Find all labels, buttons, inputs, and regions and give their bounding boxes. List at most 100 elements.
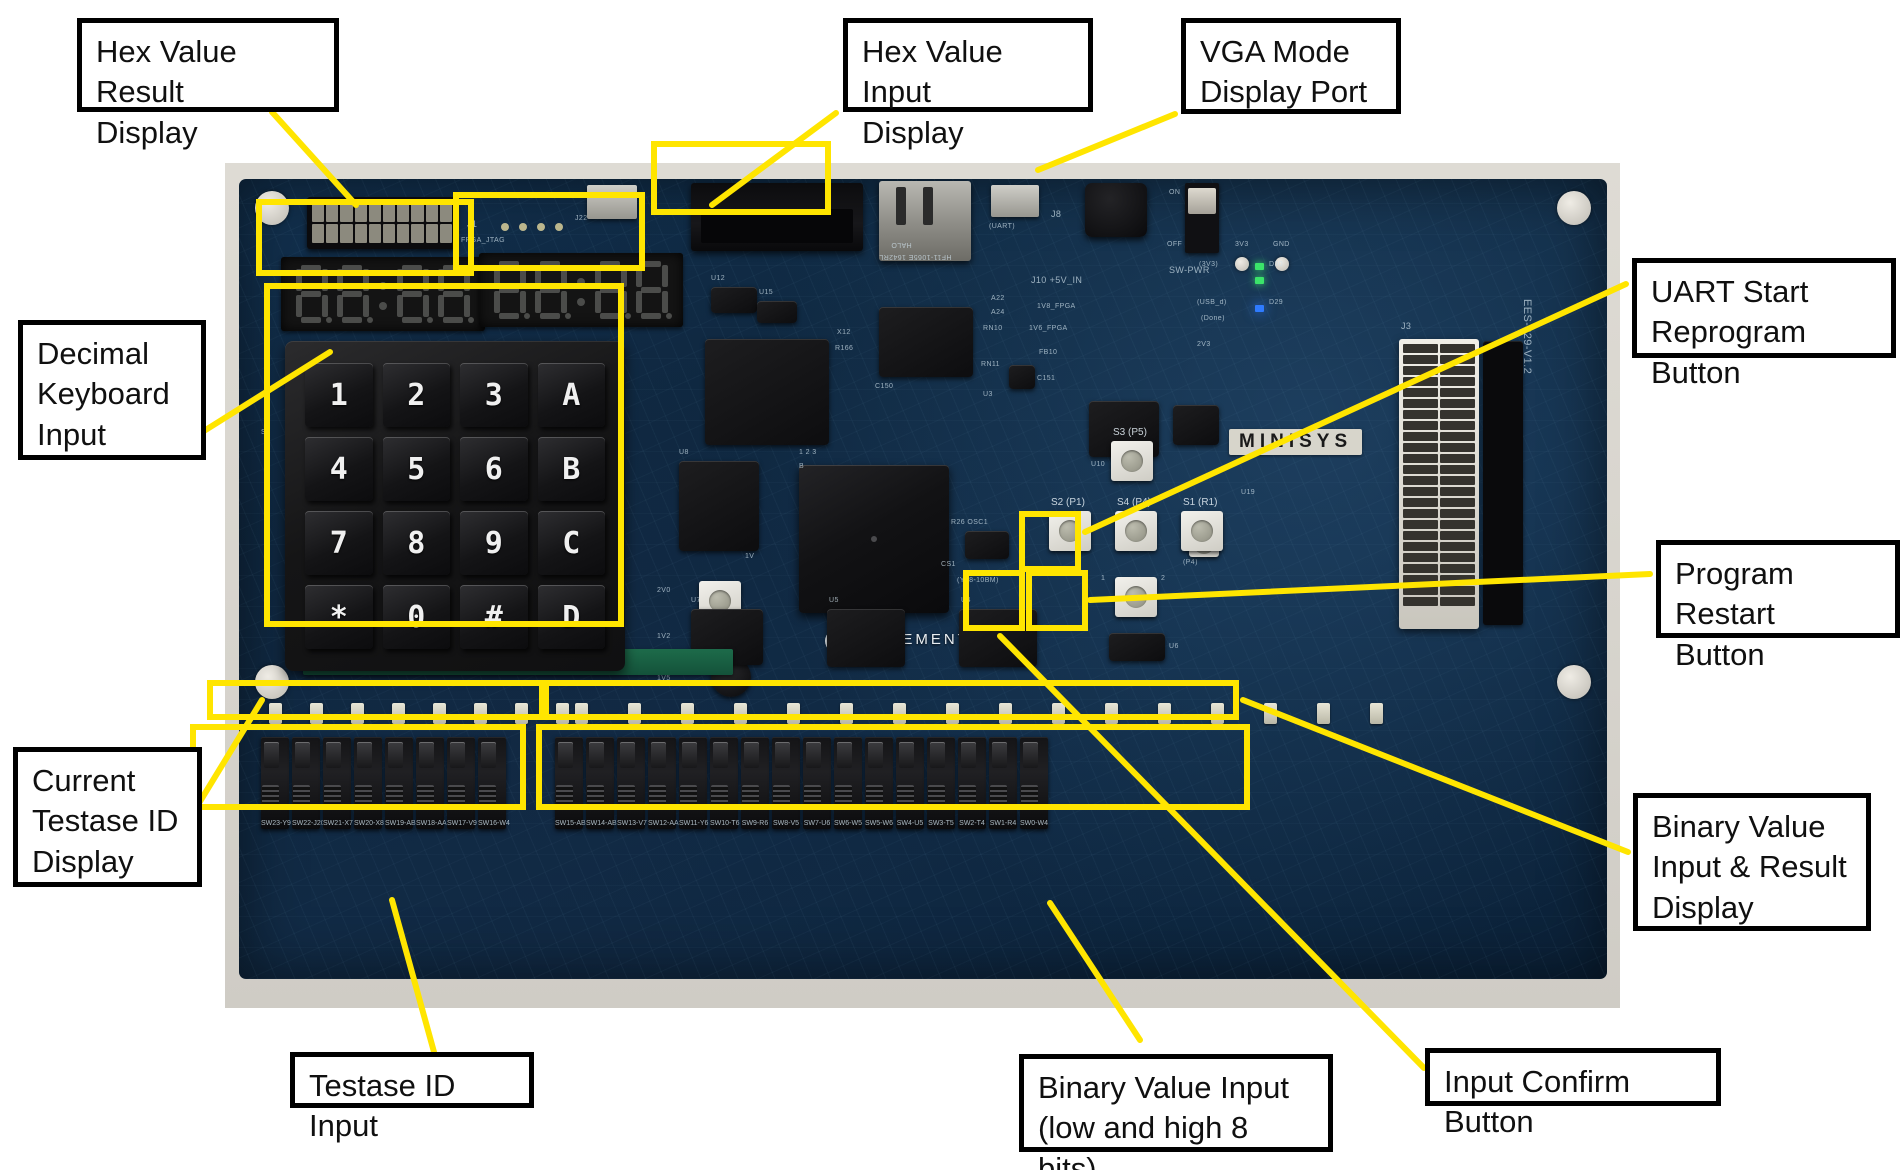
- dip-switch-label: SW10-T6: [710, 820, 740, 827]
- silk-c151: C151: [1037, 375, 1056, 382]
- silk-1v: 1V: [745, 553, 755, 560]
- silk-j8: J8: [1051, 209, 1062, 219]
- callout-hex-result-display: Hex Value Result Display: [77, 18, 339, 150]
- silk-3v3-d30: (3V3): [1199, 261, 1219, 268]
- dip-switch-label: SW12-AA4: [648, 820, 683, 827]
- model-badge: MINISYS: [1229, 429, 1363, 455]
- silk-gnd: GND: [1273, 241, 1290, 248]
- callout-program-restart: Program Restart Button: [1656, 540, 1900, 672]
- dip-switch-label: SW2-T4: [959, 820, 985, 827]
- dip-switch-label: SW4-U5: [896, 820, 924, 827]
- silk-rn10: RN10: [983, 325, 1003, 332]
- dip-switch-label: SW0-W4: [1020, 820, 1048, 827]
- silk-d30: D30: [1269, 261, 1284, 268]
- button-label-s4: S4 (P4): [1117, 497, 1151, 508]
- dip-switch-label: SW9-R6: [741, 820, 769, 827]
- dip-switch-label: SW23-Y9: [261, 820, 291, 827]
- dip-switch-label: SW18-AA3: [416, 820, 451, 827]
- chip-u12: [711, 287, 757, 313]
- silk-2v0: 2V0: [657, 587, 671, 594]
- dip-switch-label: SW22-J20: [292, 820, 325, 827]
- silk-rn11: RN11: [981, 361, 1000, 368]
- dc-barrel-jack-j10[interactable]: [1085, 183, 1147, 237]
- silk-u6: U6: [1169, 643, 1179, 650]
- chip-osc: [965, 531, 1009, 559]
- dip-switch-label: SW1-R4: [989, 820, 1017, 827]
- mounting-hole: [1557, 665, 1591, 699]
- silk-u19: U19: [1241, 489, 1256, 496]
- silk-u10: U10: [1091, 461, 1106, 468]
- highlight-program-restart-button: [1026, 570, 1088, 631]
- callout-hex-input-display: Hex Value Input Display: [843, 18, 1093, 150]
- silk-u7: U7: [691, 597, 701, 604]
- led-indicator: [1370, 703, 1383, 724]
- highlight-vga-port: [651, 141, 831, 215]
- highlight-input-confirm-button: [963, 570, 1025, 631]
- silk-1v8-fpga: 1V8_FPGA: [1037, 303, 1076, 310]
- chip-u9: [1173, 405, 1219, 445]
- dip-switch-label: SW8-V5: [772, 820, 800, 827]
- silk-a22: A22: [991, 295, 1005, 302]
- callout-current-testase-id: Current Testase ID Display: [13, 747, 202, 887]
- button-label-s1: S1 (R1): [1183, 497, 1218, 508]
- silk-c150: C150: [875, 383, 894, 390]
- silk-1v6-fpga: 1V6_FPGA: [1029, 325, 1068, 332]
- expansion-header-j3[interactable]: [1399, 339, 1479, 629]
- silk-ethernet-pn: HF11-1065E 1642RL: [879, 253, 952, 260]
- silk-on: ON: [1169, 189, 1181, 196]
- button-s3-uart-start[interactable]: [1111, 441, 1153, 481]
- dip-switch-label: SW15-AB6: [555, 820, 590, 827]
- figure-canvas: J1 FPGA_JTAG J22 HALO HF11-1065E 1642RL …: [0, 0, 1901, 1170]
- button-label-s2: S2 (P1): [1051, 497, 1085, 508]
- button-s1[interactable]: [1181, 511, 1223, 551]
- highlight-led-bank-binary-io: [543, 680, 1239, 720]
- chip-u6: [1109, 633, 1165, 661]
- button-s4-restart[interactable]: [1115, 511, 1157, 551]
- dip-switch-label: SW7-U6: [803, 820, 831, 827]
- highlight-led-bank-testase-id: [207, 680, 545, 720]
- dip-switch-label: SW5-W6: [865, 820, 893, 827]
- dip-switch-label: SW21-X7: [323, 820, 353, 827]
- chip-u5: [827, 609, 905, 667]
- highlight-dip-bank-binary: [536, 724, 1250, 810]
- silk-done: (Done): [1201, 315, 1225, 322]
- test-point: [1235, 257, 1249, 271]
- silk-p4: (P4): [1183, 559, 1198, 566]
- silk-a24: A24: [991, 309, 1005, 316]
- callout-vga-port: VGA Mode Display Port: [1181, 18, 1401, 114]
- button-label-s3: S3 (P5): [1113, 427, 1147, 438]
- dip-switch-label: SW17-V9: [447, 820, 477, 827]
- fpga-chip-u1: [799, 465, 949, 613]
- silk-u5: U5: [829, 597, 839, 604]
- chip-u8: [679, 461, 759, 551]
- dip-switch-label: SW6-W5: [834, 820, 862, 827]
- silk-halo: HALO: [891, 241, 912, 248]
- power-switch[interactable]: [1185, 183, 1219, 253]
- mounting-hole: [1557, 191, 1591, 225]
- callout-input-confirm: Input Confirm Button: [1425, 1048, 1721, 1139]
- silk-usb-d: (USB_d): [1197, 299, 1227, 306]
- silk-u15: U15: [759, 289, 774, 296]
- silk-s5-pin2: 2: [1161, 575, 1166, 582]
- dip-switch-label: SW16-W4: [478, 820, 510, 827]
- button-s5[interactable]: [1115, 577, 1157, 617]
- silk-j10: J10 +5V_IN: [1031, 275, 1083, 285]
- silk-d29: D29: [1269, 299, 1284, 306]
- leader-vga: [1035, 111, 1178, 173]
- status-led-done: [1255, 305, 1264, 312]
- usb-uart-j8[interactable]: [991, 185, 1039, 217]
- dip-switch-label: SW11-Y6: [679, 820, 709, 827]
- chip-u13: [705, 339, 829, 445]
- highlight-hex-input-display: [453, 192, 645, 271]
- silk-1v2: 1V2: [657, 633, 671, 640]
- silk-u8: U8: [679, 449, 689, 456]
- callout-decimal-keyboard: Decimal Keyboard Input: [18, 320, 206, 460]
- callout-testase-id-input: Testase ID Input: [290, 1052, 534, 1143]
- silk-b: B: [799, 463, 805, 470]
- connector-shell-j3: [1483, 341, 1523, 625]
- ethernet-rj45[interactable]: [879, 181, 971, 261]
- silk-fpga-marks: 1 2 3: [799, 449, 817, 456]
- highlight-uart-start-button: [1019, 511, 1081, 572]
- dip-switch-label: SW13-V7: [617, 820, 647, 827]
- silk-r166: R166: [835, 345, 854, 352]
